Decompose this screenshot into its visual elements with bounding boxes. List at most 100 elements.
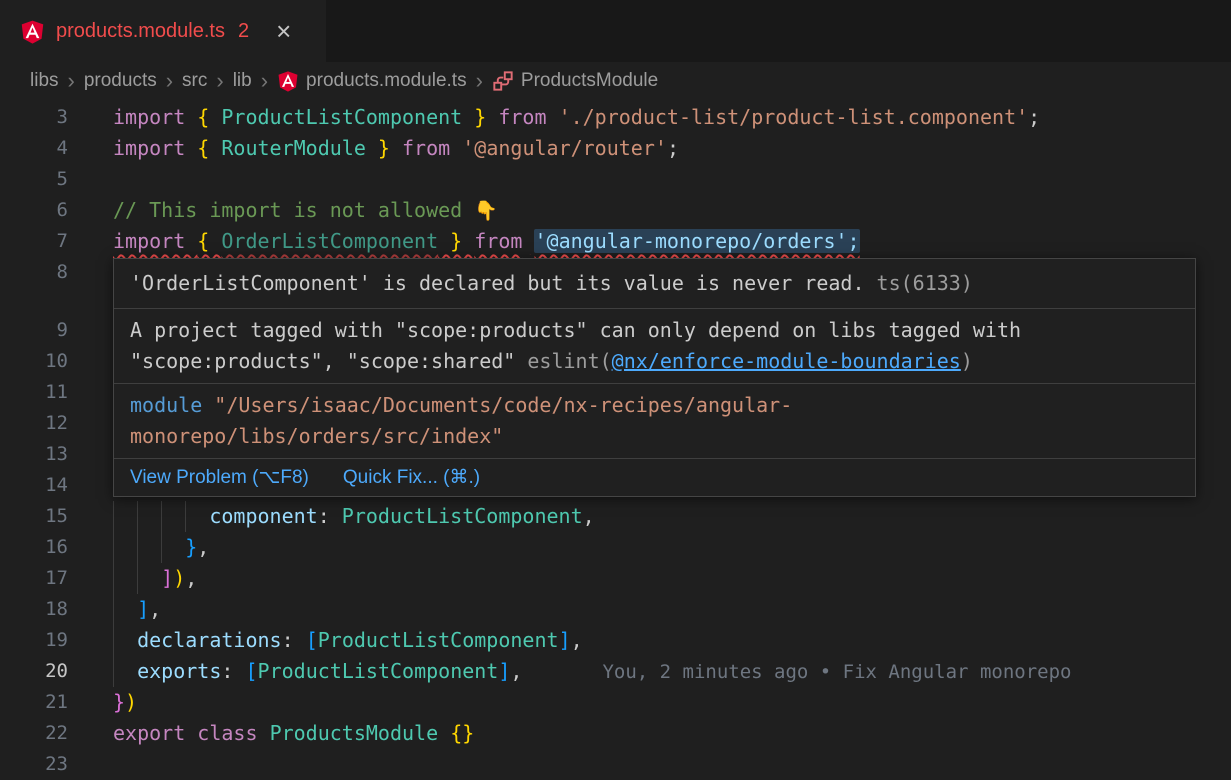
code-token: { — [197, 105, 221, 129]
editor-tab[interactable]: products.module.ts 2 × — [0, 0, 326, 62]
code-line[interactable]: declarations: [ProductListComponent], — [113, 625, 1231, 656]
breadcrumb-item-libs[interactable]: libs — [30, 70, 59, 92]
code-token: ] — [161, 566, 173, 590]
module-keyword: module — [130, 393, 202, 417]
code-token: ] — [498, 659, 510, 683]
breadcrumb-label: lib — [233, 70, 252, 92]
breadcrumb-label: libs — [30, 70, 59, 92]
code-token — [113, 597, 137, 621]
ts-diagnostic-message: 'OrderListComponent' is declared but its… — [130, 271, 865, 295]
code-token: { — [197, 136, 221, 160]
code-token: } — [462, 105, 498, 129]
tab-title: products.module.ts — [56, 20, 225, 43]
indent-guide — [113, 594, 114, 625]
code-token: exports — [137, 659, 221, 683]
code-token: [ — [306, 628, 318, 652]
code-token — [438, 721, 450, 745]
code-token: } — [113, 690, 125, 714]
code-token: ] — [559, 628, 571, 652]
ts-diagnostic-source: ts(6133) — [865, 271, 973, 295]
code-token: { — [197, 229, 221, 253]
hover-ts-diagnostic: 'OrderListComponent' is declared but its… — [114, 259, 1195, 308]
editor-tab-bar: products.module.ts 2 × — [0, 0, 1231, 62]
code-token — [547, 105, 559, 129]
code-token: , — [583, 504, 595, 528]
code-token: '@angular-monorepo/orders'; — [534, 229, 859, 253]
indent-guide — [161, 532, 162, 563]
chevron-right-icon: › — [476, 70, 483, 92]
code-line[interactable] — [113, 749, 1231, 780]
code-line[interactable]: }, — [113, 532, 1231, 563]
breadcrumb-item-products[interactable]: products — [84, 70, 157, 92]
code-token: ; — [1028, 105, 1040, 129]
code-token: ; — [667, 136, 679, 160]
indent-guide — [185, 501, 186, 532]
code-token: // This import is not allowed — [113, 198, 474, 222]
hover-eslint-diagnostic: A project tagged with "scope:products" c… — [114, 308, 1195, 383]
module-symbol-icon — [492, 70, 514, 92]
code-token: import — [113, 136, 197, 160]
code-token: ) — [125, 690, 137, 714]
code-token: component — [209, 504, 317, 528]
code-line[interactable]: ]), — [113, 563, 1231, 594]
code-token: '@angular/router' — [462, 136, 667, 160]
code-line[interactable]: import { RouterModule } from '@angular/r… — [113, 133, 1231, 164]
code-token: [ — [245, 659, 257, 683]
close-icon[interactable]: × — [276, 18, 291, 44]
code-token: } — [366, 136, 402, 160]
breadcrumb-label: products.module.ts — [306, 70, 467, 92]
code-token: ProductListComponent — [318, 628, 559, 652]
code-token: declarations — [137, 628, 282, 652]
indent-guide — [161, 501, 162, 532]
code-token: './product-list/product-list.component' — [559, 105, 1029, 129]
code-editor: 34567891011121314151617181920212223 impo… — [0, 100, 1231, 780]
code-token: import — [113, 229, 197, 253]
code-token: OrderListComponent — [221, 229, 438, 253]
code-token: } — [438, 229, 474, 253]
code-token: : — [282, 628, 306, 652]
code-token: } — [185, 535, 197, 559]
code-line[interactable]: }) — [113, 687, 1231, 718]
code-line[interactable]: export class ProductsModule {} — [113, 718, 1231, 749]
code-token: , — [510, 659, 522, 683]
code-token: from — [402, 136, 450, 160]
breadcrumb-item-products-module-ts[interactable]: products.module.ts — [277, 70, 467, 92]
eslint-source-prefix: eslint( — [527, 349, 611, 373]
breadcrumb-item-lib[interactable]: lib — [233, 70, 252, 92]
code-token: ProductListComponent — [342, 504, 583, 528]
breadcrumb-item-src[interactable]: src — [182, 70, 207, 92]
indent-guide — [113, 532, 114, 563]
breadcrumb: libs›products›src›lib›products.module.ts… — [0, 62, 1231, 100]
hover-popup: 'OrderListComponent' is declared but its… — [113, 258, 1196, 497]
eslint-message-line1: A project tagged with "scope:products" c… — [130, 318, 1021, 342]
code-line[interactable]: ], — [113, 594, 1231, 625]
view-problem-link[interactable]: View Problem (⌥F8) — [130, 465, 309, 490]
tab-problems-badge: 2 — [238, 20, 249, 43]
code-line[interactable]: import { OrderListComponent } from '@ang… — [113, 226, 1231, 257]
breadcrumb-label: ProductsModule — [521, 70, 658, 92]
code-token — [450, 136, 462, 160]
code-token: import — [113, 105, 197, 129]
code-token: , — [197, 535, 209, 559]
code-line[interactable]: import { ProductListComponent } from './… — [113, 102, 1231, 133]
eslint-rule-link[interactable]: @nx/enforce-module-boundaries — [612, 349, 961, 373]
git-blame-annotation: You, 2 minutes ago • Fix Angular monorep… — [602, 661, 1071, 683]
indent-guide — [113, 563, 114, 594]
quick-fix-link[interactable]: Quick Fix... (⌘.) — [343, 465, 480, 490]
code-token — [258, 721, 270, 745]
indent-guide — [137, 532, 138, 563]
hover-status-bar: View Problem (⌥F8) Quick Fix... (⌘.) — [114, 458, 1195, 496]
code-token: , — [185, 566, 197, 590]
breadcrumb-item-productsmodule[interactable]: ProductsModule — [492, 70, 658, 92]
indent-guide — [113, 625, 114, 656]
code-line[interactable]: // This import is not allowed 👇 — [113, 195, 1231, 226]
chevron-right-icon: › — [166, 70, 173, 92]
code-token: ] — [137, 597, 149, 621]
code-line[interactable]: exports: [ProductListComponent], You, 2 m… — [113, 656, 1231, 687]
code-line[interactable]: component: ProductListComponent, — [113, 501, 1231, 532]
chevron-right-icon: › — [261, 70, 268, 92]
code-token: : — [221, 659, 245, 683]
code-token: ProductListComponent — [258, 659, 499, 683]
code-line[interactable] — [113, 164, 1231, 195]
code-token: ProductsModule — [270, 721, 439, 745]
